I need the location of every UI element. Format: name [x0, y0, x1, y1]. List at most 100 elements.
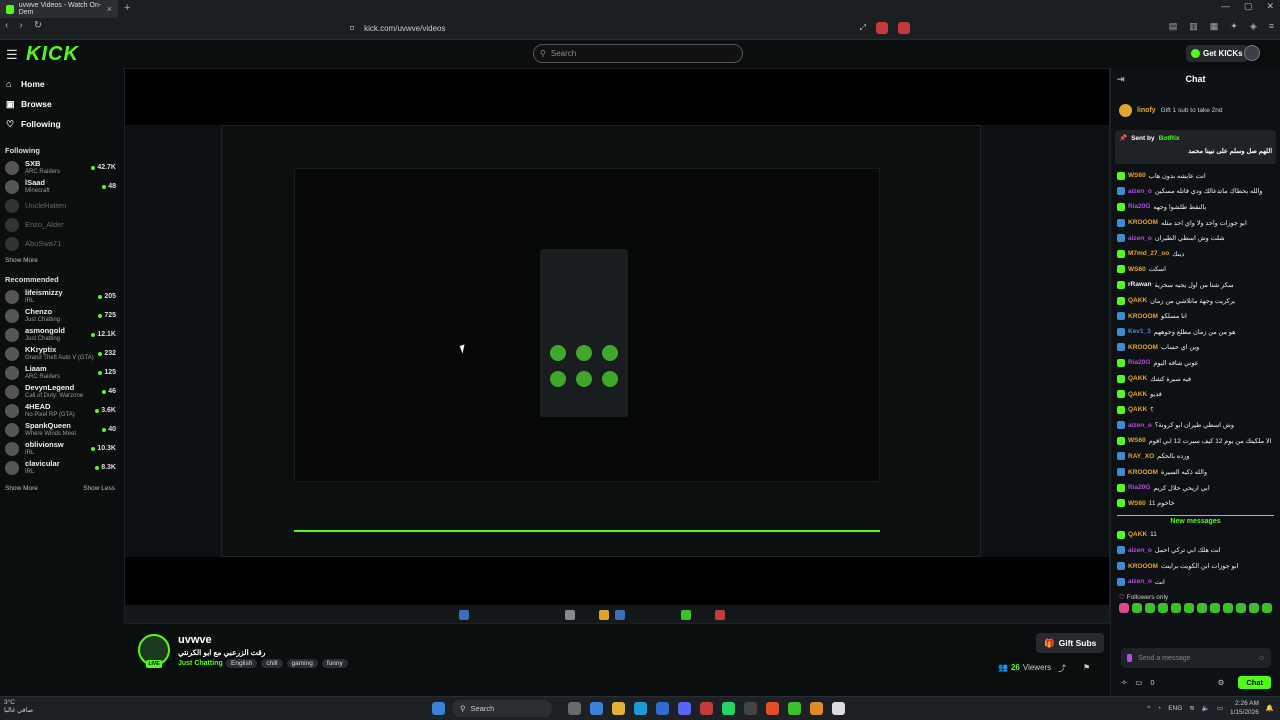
chat-message[interactable]: WS60 انت عايشه بدون هاب [1117, 168, 1274, 184]
tag[interactable]: chill [261, 659, 283, 668]
address-bar[interactable]: ⌑ kick.com/uvwve/videos ⤢ [350, 19, 910, 37]
chat-message[interactable]: QAKK ؟ [1117, 402, 1274, 418]
chat-message[interactable]: QAKK 11 [1117, 527, 1274, 543]
chat-username[interactable]: rRawan [1128, 281, 1151, 288]
emote-icon[interactable] [1158, 603, 1168, 614]
sidebar-channel[interactable]: UncleHatten [0, 196, 120, 215]
emoji-icon[interactable]: ☺ [1258, 655, 1265, 662]
emote-icon[interactable] [1184, 603, 1194, 614]
chat-username[interactable]: KROOOM [1128, 469, 1158, 476]
chat-username[interactable]: RAY_XO [1128, 453, 1154, 460]
show-more-button[interactable]: Show More [5, 485, 38, 492]
chat-username[interactable]: KROOOM [1128, 563, 1158, 570]
sidebar-channel[interactable]: asmongold Just Chatting 12.1K [0, 325, 120, 344]
search-input[interactable]: ⚲ Search [533, 44, 743, 63]
chat-message[interactable]: Kev1_3 هو من من زمان مطلع وجوههم [1117, 324, 1274, 340]
url-text[interactable]: kick.com/uvwve/videos [364, 24, 445, 33]
wifi-icon[interactable]: ≋ [1189, 704, 1194, 712]
app-icon[interactable] [700, 702, 713, 715]
chat-username[interactable]: WS60 [1128, 437, 1146, 444]
chat-message[interactable]: KROOOM وين اي حساب [1117, 340, 1274, 356]
chat-message[interactable]: RAY_XO ورده بالحكم [1117, 449, 1274, 465]
settings-icon[interactable]: ⚙ [1218, 678, 1225, 687]
sidebar-channel[interactable]: 4HEAD No Pixel RP (GTA) 3.6K [0, 401, 120, 420]
chat-message[interactable]: aizen_o انت هلك ابي تركي احمل [1117, 543, 1274, 559]
tag[interactable]: funny [321, 659, 348, 668]
chat-message[interactable]: QAKK يركريت وجهة ماتلاشي من زمان [1117, 293, 1274, 309]
chat-message[interactable]: aizen_o والله يحطاك ماتدعالك ودي قاتله مس… [1117, 184, 1274, 200]
extensions-icon[interactable]: ✦ [1230, 21, 1238, 32]
chat-message[interactable]: Ria20G ابي اريحي حلال كريم [1117, 480, 1274, 496]
file-explorer-icon[interactable] [612, 702, 625, 715]
get-kicks-button[interactable]: Get KICKs [1186, 45, 1248, 62]
chest-icon[interactable]: ▭ [1135, 678, 1142, 687]
send-chat-button[interactable]: Chat [1238, 675, 1271, 689]
chat-message[interactable]: Ria20G بالنقط طلشوا وجهه [1117, 199, 1274, 215]
stream-category[interactable]: Just Chatting [178, 660, 223, 667]
chat-message[interactable]: rRawan سكر شتا من اول يجيه سحرية [1117, 277, 1274, 293]
maximize-icon[interactable]: ▢ [1244, 1, 1253, 12]
whatsapp-icon[interactable] [722, 702, 735, 715]
video-player[interactable] [124, 68, 1110, 624]
new-messages-divider[interactable]: New messages [1117, 515, 1274, 527]
emote-icon[interactable] [1223, 603, 1233, 614]
notepad-icon[interactable] [832, 702, 845, 715]
emote-icon[interactable] [1119, 603, 1129, 614]
chat-username[interactable]: KROOOM [1128, 313, 1158, 320]
collapse-chat-icon[interactable]: ⇥ [1117, 74, 1125, 85]
back-icon[interactable]: ‹ [5, 20, 8, 31]
clock[interactable]: 2:26 AM 1/15/2026 [1230, 699, 1259, 717]
pinned-message[interactable]: 📌 Sent by BotRix اللهم صل وسلم على نبينا… [1115, 130, 1276, 164]
chat-username[interactable]: QAKK [1128, 406, 1147, 413]
chat-username[interactable]: Kev1_3 [1128, 328, 1151, 335]
chat-message[interactable]: M7md_27_oo دينك [1117, 246, 1274, 262]
browser-tab[interactable]: uvwve Videos - Watch On-Dem × [0, 0, 118, 18]
chat-username[interactable]: WS60 [1128, 500, 1146, 507]
chat-username[interactable]: aizen_o [1128, 422, 1152, 429]
emote-icon[interactable] [1249, 603, 1259, 614]
chat-message[interactable]: aizen_o وش اسطي طيران ابو كرونة؟ [1117, 418, 1274, 434]
chat-username[interactable]: aizen_o [1128, 547, 1152, 554]
new-tab-icon[interactable]: + [124, 2, 130, 14]
start-icon[interactable] [432, 702, 445, 715]
reader-icon[interactable]: ▦ [1210, 21, 1219, 32]
chat-message[interactable]: WS60 اسكت [1117, 262, 1274, 278]
share-icon[interactable]: ⤴ [1058, 663, 1066, 674]
notifications-icon[interactable]: 🔔 [1266, 704, 1274, 712]
sidebar-channel[interactable]: KKryptix Grand Theft Auto V (GTA) 232 [0, 344, 120, 363]
network-icon[interactable]: ◔ [1157, 705, 1161, 712]
streamer-name[interactable]: uvwve [178, 634, 212, 646]
sidebar-channel[interactable]: clavicular IRL 8.3K [0, 458, 120, 477]
menu-icon[interactable]: ≡ [1269, 21, 1274, 32]
volume-icon[interactable]: 🔈 [1202, 704, 1210, 712]
chat-username[interactable]: Ria20G [1128, 359, 1150, 366]
chat-message[interactable]: aizen_o انت [1117, 574, 1274, 590]
chat-username[interactable]: QAKK [1128, 531, 1147, 538]
chat-username[interactable]: KROOOM [1128, 344, 1158, 351]
show-more-button[interactable]: Show More [5, 257, 38, 264]
emote-icon[interactable] [1236, 603, 1246, 614]
app-icon[interactable] [810, 702, 823, 715]
taskbar-search[interactable]: ⚲ Search [452, 700, 552, 717]
copilot-icon[interactable] [590, 702, 603, 715]
chat-username[interactable]: QAKK [1128, 375, 1147, 382]
tag[interactable]: English [226, 659, 258, 668]
show-less-button[interactable]: Show Less [83, 485, 115, 492]
emote-icon[interactable] [1210, 603, 1220, 614]
chat-message[interactable]: KROOOM والله ذكيه السيرة [1117, 464, 1274, 480]
sidebar-channel[interactable]: lSaad Minecraft 48 [0, 177, 120, 196]
chat-username[interactable]: aizen_o [1128, 235, 1152, 242]
close-tab-icon[interactable]: × [107, 4, 112, 14]
close-window-icon[interactable]: ✕ [1266, 1, 1274, 12]
sidebar-channel[interactable]: lifeismizzy IRL 205 [0, 287, 120, 306]
wallet-icon[interactable]: ▥ [1189, 21, 1198, 32]
app-icon[interactable] [788, 702, 801, 715]
reload-icon[interactable]: ↻ [34, 20, 42, 31]
sidebar-channel[interactable]: Chenzo Just Chatting 725 [0, 306, 120, 325]
chat-message[interactable]: aizen_o شلت وش اسطي الطيران [1117, 230, 1274, 246]
chat-username[interactable]: WS60 [1128, 266, 1146, 273]
sidebar-channel[interactable]: Enzo_Alder [0, 215, 120, 234]
vpn-icon[interactable]: ◈ [1250, 21, 1257, 32]
chat-message[interactable]: KROOOM ابو جوزات واحد ولا واي احد مثله [1117, 215, 1274, 231]
chat-message[interactable]: QAKK فيه سيرة كشك [1117, 371, 1274, 387]
